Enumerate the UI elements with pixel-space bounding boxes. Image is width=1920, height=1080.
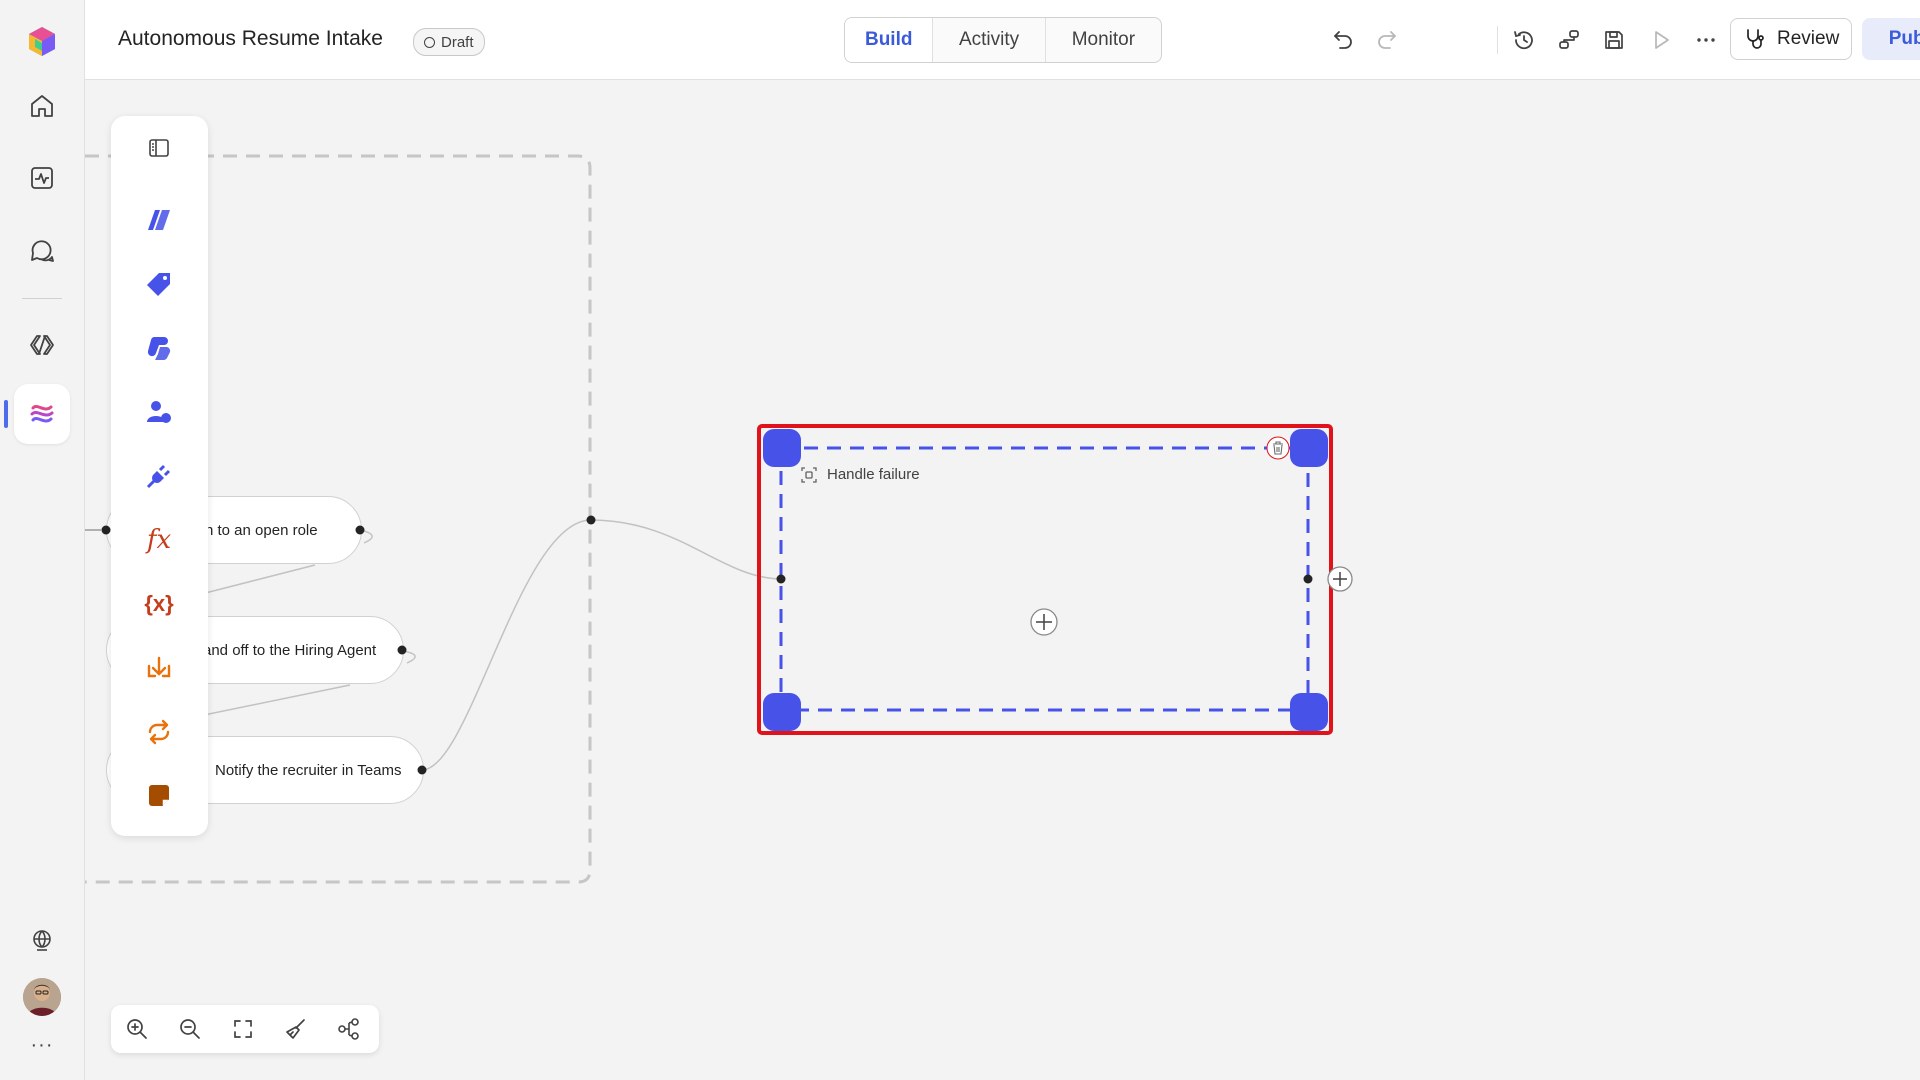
fit-screen-icon[interactable] [229,1015,257,1043]
resize-handle-top-right[interactable] [1290,429,1328,467]
node-palette: fx {x} [111,116,208,836]
branch-icon[interactable] [139,648,179,688]
delete-group-icon[interactable] [1266,436,1290,460]
resize-handle-bottom-left[interactable] [763,693,801,731]
group-body [781,448,1308,710]
resize-handle-bottom-right[interactable] [1290,693,1328,731]
junction-port[interactable] [586,515,596,525]
zoom-in-icon[interactable] [123,1015,151,1043]
resize-handle-top-left[interactable] [763,429,801,467]
group-output-port[interactable] [1303,574,1313,584]
fx-icon[interactable]: fx [139,520,179,560]
copilot-icon[interactable] [139,328,179,368]
add-next-step-button[interactable] [1327,566,1353,592]
zoom-out-icon[interactable] [176,1015,204,1043]
agent-icon[interactable] [139,200,179,240]
group-icon [800,466,818,484]
add-step-in-group-button[interactable] [1030,608,1058,636]
node-label: and off to the Hiring Agent [203,641,377,659]
node-label: n to an open role [205,521,318,539]
group-input-port[interactable] [776,574,786,584]
canvas-controls [111,1005,379,1053]
connector-line [421,519,592,771]
connector-line [590,519,782,580]
note-icon[interactable] [139,776,179,816]
variable-icon[interactable]: {x} [139,584,179,624]
loop-icon[interactable] [139,712,179,752]
layout-icon[interactable] [335,1015,363,1043]
clean-up-icon[interactable] [282,1015,310,1043]
node-label: Notify the recruiter in Teams [215,761,402,779]
panel-toggle-icon[interactable] [139,128,179,168]
connector-line [402,650,416,664]
tag-icon[interactable] [139,264,179,304]
group-title: Handle failure [827,466,920,483]
plug-icon[interactable] [139,456,179,496]
person-icon[interactable] [139,392,179,432]
